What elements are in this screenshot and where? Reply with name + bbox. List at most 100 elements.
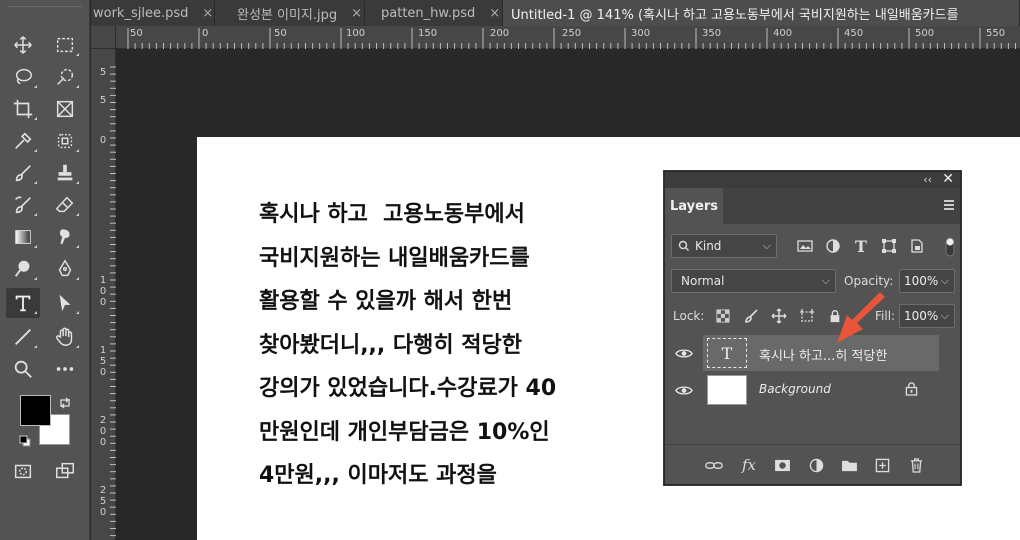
lasso-tool-icon[interactable] xyxy=(6,62,40,92)
ruler-label: 350 xyxy=(702,28,722,39)
history-brush-tool-icon[interactable] xyxy=(6,190,40,220)
panel-title-bar[interactable]: ‹‹ ✕ xyxy=(665,171,960,188)
ruler-label: 250 xyxy=(562,28,582,39)
layer-body[interactable]: T 혹시나 하고...히 적당한 xyxy=(703,335,939,371)
document-tab-active[interactable]: Untitled-1 @ 141% (혹시나 하고 고용노동부에서 국비지원하는… xyxy=(503,0,1020,26)
healing-brush-tool-icon[interactable] xyxy=(48,126,82,156)
more-tools-icon[interactable] xyxy=(48,354,82,384)
eraser-tool-icon[interactable] xyxy=(48,190,82,220)
filter-kind-value: Kind xyxy=(695,239,722,253)
tab-label: 완성본 이미지.jpg xyxy=(237,7,338,23)
fill-value: 100% xyxy=(904,309,939,323)
gradient-tool-icon[interactable] xyxy=(6,222,40,252)
ruler-label: 50 xyxy=(274,28,287,39)
layers-panel: ‹‹ ✕ Layers Kind ⌵ T Normal ⌵ Opacity: 1… xyxy=(664,171,961,485)
text-line: 국비지원하는 내일배움카드를 xyxy=(259,245,530,271)
filter-shape-icon[interactable] xyxy=(879,236,899,256)
brush-tool-icon[interactable] xyxy=(6,158,40,188)
blend-mode-select[interactable]: Normal ⌵ xyxy=(671,269,836,293)
tools-panel xyxy=(0,0,90,540)
line-tool-icon[interactable] xyxy=(6,322,40,352)
text-line: 4만원,,, 이마저도 과정을 xyxy=(259,463,497,488)
crop-tool-icon[interactable] xyxy=(6,94,40,124)
blend-mode-value: Normal xyxy=(681,274,725,288)
tab-close-icon[interactable]: × xyxy=(202,6,213,21)
default-colors-icon[interactable] xyxy=(18,433,32,447)
opacity-field[interactable]: 100% ⌵ xyxy=(899,269,955,293)
document-tab[interactable]: work_sjlee.psd × xyxy=(91,0,215,26)
tab-label: work_sjlee.psd xyxy=(93,5,189,21)
background-layer-thumbnail xyxy=(707,375,747,405)
layer-name[interactable]: Background xyxy=(759,382,831,396)
foreground-color-swatch[interactable] xyxy=(20,395,51,426)
lock-position-icon[interactable] xyxy=(769,306,789,326)
filter-toggle-switch[interactable] xyxy=(945,234,955,258)
search-icon xyxy=(678,240,689,251)
frame-tool-icon[interactable] xyxy=(48,94,82,124)
blend-row: Normal ⌵ Opacity: 100% ⌵ xyxy=(671,269,955,293)
hand-tool-icon[interactable] xyxy=(48,322,82,352)
close-panel-icon[interactable]: ✕ xyxy=(942,171,954,187)
document-tab[interactable]: 완성본 이미지.jpg × xyxy=(215,0,365,26)
layer-style-fx-icon[interactable]: fx xyxy=(738,454,760,476)
ruler-label: 100 xyxy=(346,28,366,39)
visibility-eye-icon[interactable] xyxy=(673,372,695,408)
tab-close-icon[interactable]: × xyxy=(489,6,500,21)
layer-row-text[interactable]: T 혹시나 하고...히 적당한 xyxy=(665,335,960,371)
layer-body[interactable]: Background xyxy=(703,372,939,408)
layers-panel-footer: fx xyxy=(665,444,960,484)
type-layer-text[interactable]: 혹시나 하고 고용노동부에서 국비지원하는 내일배움카드를 활용할 수 있을까 해서… xyxy=(259,193,556,498)
text-layer-thumbnail: T xyxy=(707,338,747,368)
eyedropper-tool-icon[interactable] xyxy=(6,126,40,156)
screen-mode-icon[interactable] xyxy=(48,456,82,486)
layer-row-background[interactable]: Background xyxy=(665,372,960,408)
new-adjustment-layer-icon[interactable] xyxy=(805,454,827,476)
layer-lock-icon[interactable] xyxy=(905,381,921,399)
document-tab[interactable]: patten_hw.psd × xyxy=(365,0,503,26)
new-layer-icon[interactable] xyxy=(871,454,893,476)
zoom-tool-icon[interactable] xyxy=(6,354,40,384)
add-mask-icon[interactable] xyxy=(771,454,793,476)
filter-type-icon[interactable]: T xyxy=(851,236,871,256)
move-tool-icon[interactable] xyxy=(6,30,40,60)
ruler-origin[interactable] xyxy=(91,26,116,49)
ruler-label: 150 xyxy=(99,345,107,378)
marquee-tool-icon[interactable] xyxy=(48,30,82,60)
vertical-ruler[interactable]: 5 5 0 100 150 200 250 xyxy=(91,49,116,540)
filter-smart-object-icon[interactable] xyxy=(907,236,927,256)
link-layers-icon[interactable] xyxy=(703,454,725,476)
visibility-eye-icon[interactable] xyxy=(673,335,695,371)
horizontal-ruler[interactable]: 50 0 50 100 150 200 250 300 350 400 450 500 550 xyxy=(116,26,1020,49)
swap-colors-icon[interactable] xyxy=(58,395,72,409)
layer-filter-row: Kind ⌵ T xyxy=(671,234,955,258)
dodge-tool-icon[interactable] xyxy=(6,254,40,284)
collapse-panel-icon[interactable]: ‹‹ xyxy=(923,173,932,186)
pen-tool-icon[interactable] xyxy=(48,254,82,284)
filter-kind-select[interactable]: Kind ⌵ xyxy=(671,234,777,258)
lock-image-pixels-icon[interactable] xyxy=(741,306,761,326)
lock-transparent-pixels-icon[interactable] xyxy=(713,306,733,326)
type-tool-icon[interactable] xyxy=(6,288,40,318)
panel-menu-icon[interactable] xyxy=(944,200,954,210)
new-group-folder-icon[interactable] xyxy=(838,454,860,476)
toolbar-grip[interactable] xyxy=(8,6,82,20)
tab-label: Untitled-1 @ 141% (혹시나 하고 고용노동부에서 국비지원하는… xyxy=(511,7,959,23)
chevron-down-icon: ⌵ xyxy=(762,239,771,252)
delete-layer-trash-icon[interactable] xyxy=(905,454,927,476)
ruler-label: 100 xyxy=(99,275,107,308)
annotation-arrow-icon xyxy=(837,293,885,343)
fill-field[interactable]: 100% ⌵ xyxy=(899,304,955,328)
tab-close-icon[interactable]: × xyxy=(351,6,362,21)
path-selection-tool-icon[interactable] xyxy=(48,288,82,318)
chevron-down-icon: ⌵ xyxy=(940,274,949,287)
lock-artboard-icon[interactable] xyxy=(797,306,817,326)
ruler-label: 400 xyxy=(773,28,793,39)
ruler-label: 250 xyxy=(99,485,107,518)
smudge-tool-icon[interactable] xyxy=(48,222,82,252)
quick-mask-icon[interactable] xyxy=(6,456,40,486)
clone-stamp-tool-icon[interactable] xyxy=(48,158,82,188)
quick-selection-tool-icon[interactable] xyxy=(48,62,82,92)
tab-layers[interactable]: Layers xyxy=(665,188,723,224)
filter-pixel-icon[interactable] xyxy=(795,236,815,256)
filter-adjustment-icon[interactable] xyxy=(823,236,843,256)
